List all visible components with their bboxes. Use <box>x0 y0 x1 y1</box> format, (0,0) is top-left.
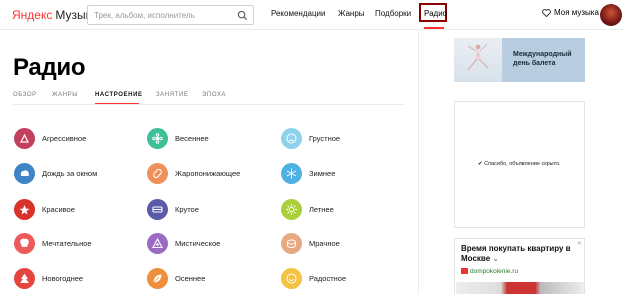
sun-icon <box>281 199 302 220</box>
mood-label: Крутое <box>175 205 199 214</box>
favicon-icon <box>461 268 468 274</box>
new-year-icon <box>14 268 35 289</box>
nav-genres[interactable]: Жанры <box>338 9 365 18</box>
tab-genres[interactable]: ЖАНРЫ <box>52 92 78 98</box>
sad-icon <box>281 128 302 149</box>
ballet-dancer-image <box>454 38 502 82</box>
mood-label: Мрачное <box>309 239 340 248</box>
ad-title: Время покупать квартиру в Москве ⌄ <box>461 244 579 264</box>
gloomy-icon <box>281 233 302 254</box>
mood-label: Мечтательное <box>42 239 92 248</box>
mood-label: Жаропонижающее <box>175 169 241 178</box>
mood-label: Дождь за окном <box>42 169 98 178</box>
my-music-link[interactable]: Моя музыка <box>542 8 599 18</box>
aggressive-icon <box>14 128 35 149</box>
my-music-label: Моя музыка <box>554 8 599 17</box>
logo-brand: Яндекс <box>12 8 53 22</box>
mystic-icon <box>147 233 168 254</box>
page-title: Радио <box>13 54 86 81</box>
joyful-icon <box>281 268 302 289</box>
mood-label: Новогоднее <box>42 274 84 283</box>
ad-hidden-text: Спасибо, объявление скрыто. <box>484 161 561 167</box>
nav-radio[interactable]: Радио <box>419 3 447 22</box>
ad-domain-link[interactable]: dompokolenie.ru <box>461 268 518 275</box>
tab-activity[interactable]: ЗАНЯТИЕ <box>156 92 188 98</box>
nav-collections[interactable]: Подборки <box>375 9 411 18</box>
yandex-music-logo[interactable]: Яндекс Музыка <box>12 8 98 22</box>
top-header: ЯндексМузыка Рекомендации Жанры Подборки… <box>0 0 623 30</box>
user-avatar[interactable] <box>600 4 622 26</box>
tab-mood[interactable]: НАСТРОЕНИЕ <box>95 92 143 98</box>
ad-hidden-message: ✔ Спасибо, объявление скрыто. <box>478 161 561 167</box>
beautiful-icon <box>14 199 35 220</box>
dreamy-icon <box>14 233 35 254</box>
search-input[interactable] <box>94 8 232 22</box>
mood-label: Грустное <box>309 134 341 143</box>
promo-text: Международный день балета <box>513 51 572 67</box>
mood-label: Весеннее <box>175 134 209 143</box>
tabs-divider <box>13 104 405 105</box>
mood-label: Мистическое <box>175 239 221 248</box>
heart-icon <box>542 9 551 18</box>
search-box[interactable] <box>87 5 254 25</box>
check-icon: ✔ <box>478 161 483 167</box>
ballet-day-promo[interactable]: Международный день балета <box>454 38 585 82</box>
search-icon[interactable] <box>237 10 248 21</box>
tab-epoch[interactable]: ЭПОХА <box>202 92 226 98</box>
mood-label: Летнее <box>309 205 334 214</box>
spring-icon <box>147 128 168 149</box>
ad-title-text: Время покупать квартиру в Москве <box>461 244 571 263</box>
nav-radio-label: Радио <box>424 9 448 18</box>
apartment-ad[interactable]: ✕ Время покупать квартиру в Москве ⌄ dom… <box>454 238 585 294</box>
cool-icon <box>147 199 168 220</box>
tab-overview[interactable]: ОБЗОР <box>13 92 37 98</box>
chevron-down-icon[interactable]: ⌄ <box>492 254 499 263</box>
nav-active-indicator <box>424 27 444 29</box>
ad-domain: dompokolenie.ru <box>470 268 519 275</box>
autumn-leaf-icon <box>147 268 168 289</box>
mood-label: Красивое <box>42 205 75 214</box>
ad-image <box>456 282 584 294</box>
mood-label: Осеннее <box>175 274 206 283</box>
heat-icon <box>147 163 168 184</box>
hidden-ad-block: ✔ Спасибо, объявление скрыто. <box>454 101 585 228</box>
mood-label: Зимнее <box>309 169 336 178</box>
snowflake-icon <box>281 163 302 184</box>
mood-label: Агрессивное <box>42 134 87 143</box>
nav-recommendations[interactable]: Рекомендации <box>271 9 325 18</box>
column-divider <box>418 30 419 294</box>
rain-icon <box>14 163 35 184</box>
mood-label: Радостное <box>309 274 347 283</box>
